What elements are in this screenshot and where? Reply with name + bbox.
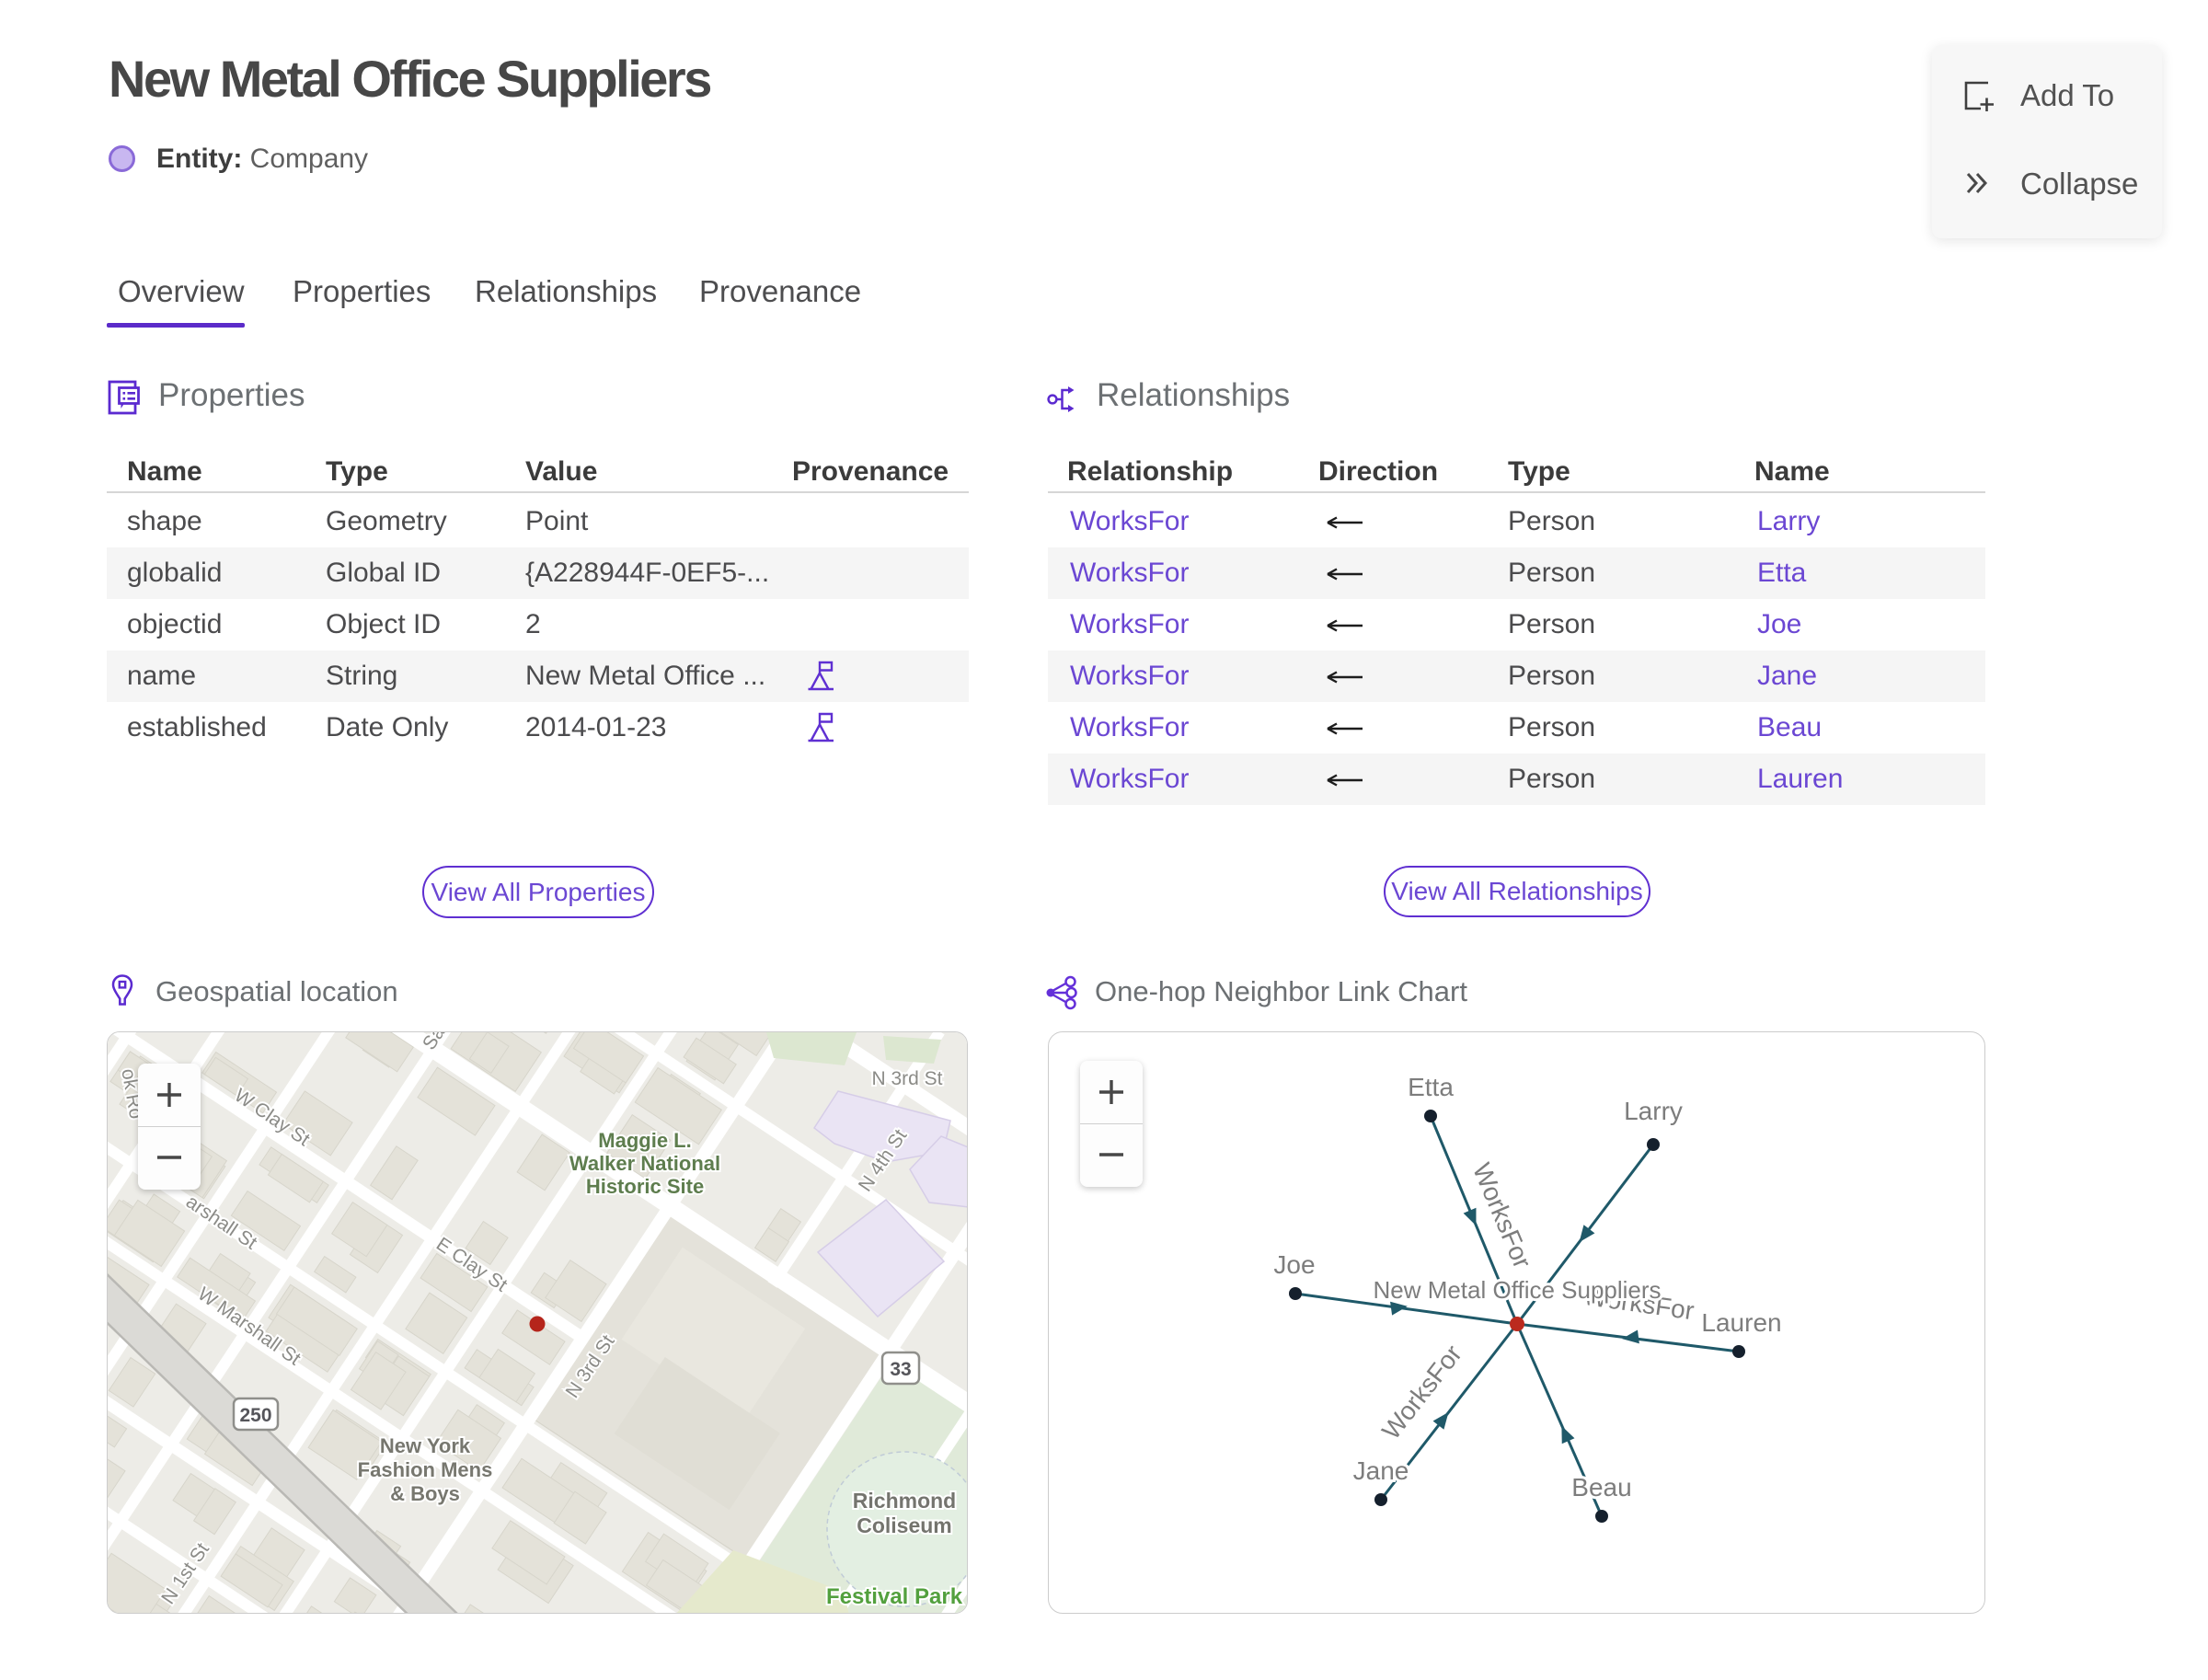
svg-text:New Metal Office Suppliers: New Metal Office Suppliers — [1373, 1276, 1661, 1304]
svg-text:Festival Park: Festival Park — [826, 1584, 963, 1609]
svg-text:Beau: Beau — [1571, 1473, 1631, 1502]
svg-text:Fashion Mens: Fashion Mens — [358, 1458, 493, 1481]
svg-text:Maggie L.: Maggie L. — [598, 1129, 691, 1152]
svg-text:33: 33 — [890, 1359, 911, 1380]
svg-text:WorksFor: WorksFor — [1467, 1159, 1537, 1272]
svg-text:Richmond: Richmond — [853, 1489, 956, 1513]
svg-text:Historic Site: Historic Site — [586, 1175, 704, 1198]
svg-text:Joe: Joe — [1273, 1250, 1315, 1279]
svg-text:Etta: Etta — [1408, 1073, 1454, 1101]
svg-text:Coliseum: Coliseum — [857, 1513, 952, 1537]
svg-text:N 3rd St: N 3rd St — [871, 1068, 942, 1089]
svg-text:Larry: Larry — [1624, 1097, 1683, 1125]
svg-text:Jane: Jane — [1353, 1456, 1409, 1485]
svg-text:WorksFor: WorksFor — [1376, 1340, 1467, 1444]
svg-text:& Boys: & Boys — [390, 1482, 460, 1505]
svg-text:Lauren: Lauren — [1701, 1308, 1781, 1337]
svg-text:Walker National: Walker National — [569, 1152, 720, 1175]
svg-text:250: 250 — [239, 1405, 271, 1426]
svg-text:New York: New York — [380, 1434, 471, 1457]
